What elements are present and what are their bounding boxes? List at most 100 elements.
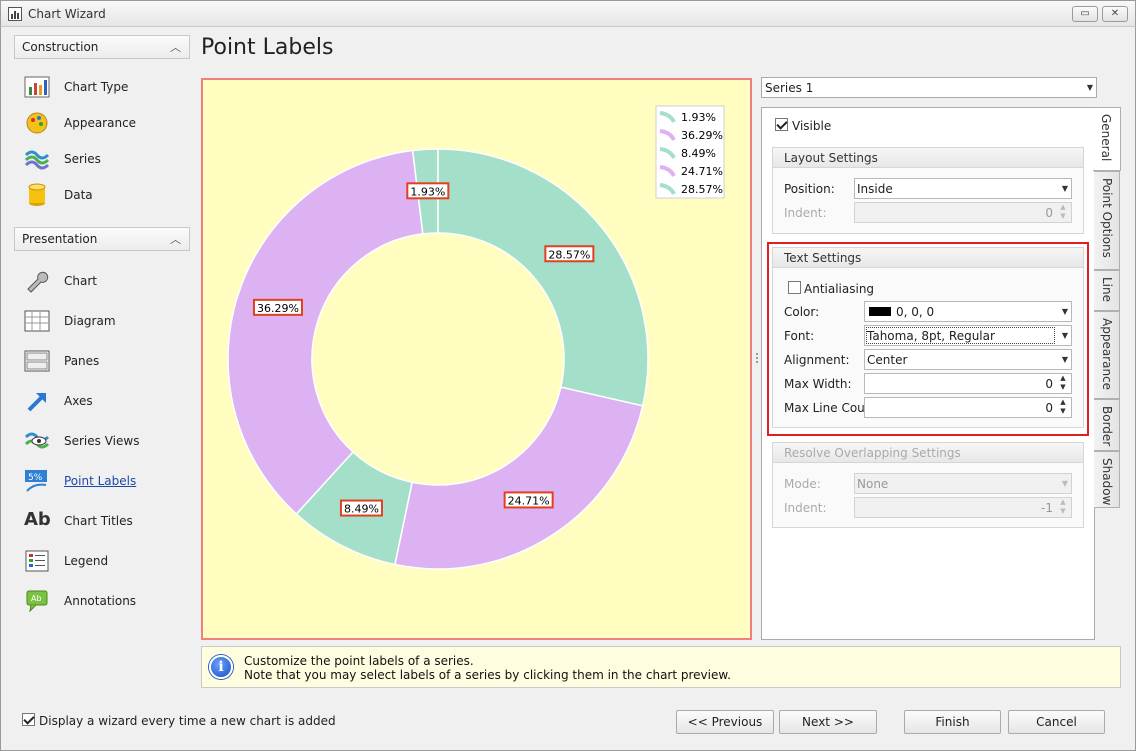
next-button[interactable]: Next >> <box>779 710 877 734</box>
text-settings-highlight <box>767 242 1089 436</box>
nav-panes[interactable]: Panes <box>22 346 190 376</box>
presentation-group-header[interactable]: Presentation ︿ <box>14 227 190 251</box>
finish-button[interactable]: Finish <box>904 710 1001 734</box>
series-views-icon <box>24 432 50 449</box>
tab-general-label: General <box>1099 114 1113 162</box>
chevron-down-icon: ▼ <box>1061 184 1068 193</box>
panes-icon <box>24 350 50 372</box>
tab-general[interactable]: General <box>1093 107 1121 171</box>
tab-border[interactable]: Border <box>1094 399 1120 451</box>
position-dropdown[interactable]: Inside ▼ <box>854 178 1072 199</box>
point-labels-icon: 5% <box>25 470 47 492</box>
doughnut-slice[interactable] <box>227 149 424 516</box>
nav-series-views[interactable]: Series Views <box>22 426 190 456</box>
nav-data[interactable]: Data <box>22 180 190 210</box>
doughnut-slice[interactable] <box>437 148 649 407</box>
data-icon <box>28 183 46 206</box>
collapse-chevron-icon[interactable]: ︿ <box>170 231 181 247</box>
nav-axes-label: Axes <box>64 394 93 408</box>
close-button[interactable]: ✕ <box>1102 6 1128 22</box>
position-value: Inside <box>857 182 893 196</box>
chevron-down-icon: ▼ <box>1086 83 1093 92</box>
point-label[interactable]: 28.57% <box>544 245 595 263</box>
nav-annotations[interactable]: Ab Annotations <box>22 586 190 616</box>
nav-chart-titles[interactable]: Ab Chart Titles <box>22 506 190 536</box>
legend-icon <box>25 550 49 572</box>
nav-appearance-label: Appearance <box>64 116 137 130</box>
tab-appearance[interactable]: Appearance <box>1094 311 1120 399</box>
visible-checkbox[interactable] <box>775 118 788 131</box>
chart-wizard-app-icon <box>8 7 22 21</box>
point-label[interactable]: 8.49% <box>339 499 383 517</box>
nav-chart-label: Chart <box>64 274 97 288</box>
layout-indent-value: 0 <box>1045 206 1053 220</box>
point-label-text: 36.29% <box>257 302 299 315</box>
nav-series-views-label: Series Views <box>64 434 140 448</box>
series-dropdown[interactable]: Series 1 ▼ <box>761 77 1097 98</box>
layout-indent-spinner: 0 ▲ ▼ <box>854 202 1072 223</box>
tab-appearance-label: Appearance <box>1100 318 1114 391</box>
chart-titles-icon: Ab <box>24 509 51 530</box>
show-wizard-checkbox[interactable] <box>22 713 35 726</box>
point-label-text: 24.71% <box>508 494 550 507</box>
legend-entry: 1.93% <box>681 111 716 124</box>
hint-bar: i Customize the point labels of a series… <box>201 646 1121 688</box>
chart-preview[interactable]: 1.93% 36.29% 8.49% 24.71% 28.57% 1.93% 36.29% 8… <box>201 78 752 640</box>
mode-value: None <box>857 477 889 491</box>
layout-settings-header: Layout Settings <box>784 151 878 165</box>
series-icon <box>24 150 50 170</box>
chart-legend[interactable]: 1.93% 36.29% 8.49% 24.71% 28.57% <box>655 105 725 199</box>
tab-line[interactable]: Line <box>1094 270 1120 311</box>
spin-arrows-icon: ▲ ▼ <box>1060 203 1066 220</box>
construction-group-header[interactable]: Construction ︿ <box>14 35 190 59</box>
hint-line-2: Note that you may select labels of a ser… <box>244 668 731 682</box>
legend-entry: 8.49% <box>681 147 716 160</box>
nav-data-label: Data <box>64 188 93 202</box>
collapse-chevron-icon[interactable]: ︿ <box>170 39 181 55</box>
point-label[interactable]: 1.93% <box>406 182 450 200</box>
presentation-group-label: Presentation <box>22 232 98 246</box>
panel-splitter-handle[interactable] <box>755 352 759 366</box>
mode-label: Mode: <box>784 477 821 491</box>
nav-diagram[interactable]: Diagram <box>22 306 190 336</box>
nav-axes[interactable]: Axes <box>22 386 190 416</box>
doughnut-chart[interactable]: 1.93% 36.29% 8.49% 24.71% 28.57% 1.93% 36.29% 8… <box>203 80 750 638</box>
point-label-text: 1.93% <box>410 185 445 198</box>
legend-entry: 24.71% <box>681 165 723 178</box>
tab-shadow-label: Shadow <box>1100 458 1114 506</box>
info-icon: i <box>209 655 233 679</box>
tab-point-options[interactable]: Point Options <box>1094 171 1120 270</box>
previous-button[interactable]: << Previous <box>676 710 774 734</box>
annotations-icon: Ab <box>26 590 48 613</box>
point-label[interactable]: 24.71% <box>503 491 554 509</box>
visible-label: Visible <box>792 119 832 133</box>
legend-entry: 36.29% <box>681 129 723 142</box>
nav-chart-titles-label: Chart Titles <box>64 514 133 528</box>
restore-button[interactable]: ▭ <box>1072 6 1098 22</box>
doughnut-slice[interactable] <box>394 386 644 570</box>
nav-diagram-label: Diagram <box>64 314 116 328</box>
mode-dropdown: None ▼ <box>854 473 1072 494</box>
nav-series[interactable]: Series <box>22 144 190 174</box>
hint-line-1: Customize the point labels of a series. <box>244 654 474 668</box>
nav-appearance[interactable]: Appearance <box>22 108 190 138</box>
svg-text:5%: 5% <box>28 473 43 483</box>
nav-point-labels[interactable]: 5% Point Labels <box>22 466 190 496</box>
layout-indent-label: Indent: <box>784 206 827 220</box>
tab-shadow[interactable]: Shadow <box>1094 451 1120 508</box>
nav-panes-label: Panes <box>64 354 100 368</box>
position-label: Position: <box>784 182 835 196</box>
page-title: Point Labels <box>201 35 334 60</box>
construction-group-label: Construction <box>22 40 99 54</box>
nav-chart-type[interactable]: Chart Type <box>22 72 190 102</box>
nav-chart[interactable]: Chart <box>22 266 190 296</box>
window-title: Chart Wizard <box>28 7 106 21</box>
point-label[interactable]: 36.29% <box>252 298 303 316</box>
nav-legend[interactable]: Legend <box>22 546 190 576</box>
nav-chart-type-label: Chart Type <box>64 80 129 94</box>
wrench-icon <box>27 271 49 293</box>
diagram-icon <box>24 310 50 332</box>
cancel-button[interactable]: Cancel <box>1008 710 1105 734</box>
title-bar: Chart Wizard ▭ ✕ <box>0 0 1136 27</box>
overlap-indent-spinner: -1 ▲ ▼ <box>854 497 1072 518</box>
